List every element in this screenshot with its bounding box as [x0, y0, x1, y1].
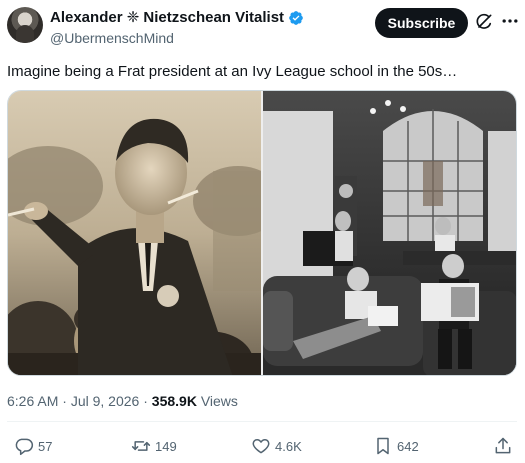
author-block: Alexander ❈ Nietzschean Vitalist @Uberme… — [50, 9, 304, 47]
tweet-date[interactable]: Jul 9, 2026 — [71, 393, 140, 409]
like-button[interactable]: 4.6K — [251, 432, 302, 460]
divider — [7, 421, 517, 422]
photo-frat-library-image — [263, 91, 516, 375]
avatar[interactable] — [7, 7, 43, 43]
views-count: 358.9K — [151, 393, 197, 409]
repost-button[interactable]: 149 — [131, 432, 177, 460]
photo-frat-president[interactable] — [8, 91, 261, 375]
handle[interactable]: @UbermenschMind — [50, 29, 304, 47]
bookmark-count: 642 — [397, 438, 419, 454]
tweet-text: Imagine being a Frat president at an Ivy… — [7, 63, 458, 80]
grok-icon[interactable] — [474, 12, 494, 32]
display-name[interactable]: Alexander ❈ Nietzschean Vitalist — [50, 9, 284, 27]
name-row: Alexander ❈ Nietzschean Vitalist — [50, 9, 304, 27]
share-button[interactable] — [493, 432, 513, 460]
bookmark-button[interactable]: 642 — [373, 432, 419, 460]
share-icon — [495, 437, 511, 454]
subscribe-button[interactable]: Subscribe — [375, 8, 468, 38]
tweet-time[interactable]: 6:26 AM — [7, 393, 58, 409]
photo-frat-library[interactable] — [263, 91, 516, 375]
reply-count: 57 — [38, 438, 53, 454]
reply-button[interactable]: 57 — [14, 432, 52, 460]
like-count: 4.6K — [275, 438, 302, 454]
action-bar: 57 149 4.6K 642 — [0, 432, 525, 460]
media-grid — [7, 90, 517, 376]
photo-frat-president-image — [8, 91, 261, 375]
repost-count: 149 — [155, 438, 177, 454]
separator-dot: · — [62, 393, 67, 409]
verified-badge-icon — [289, 11, 303, 25]
tweet-card: Alexander ❈ Nietzschean Vitalist @Uberme… — [0, 0, 525, 463]
heart-icon — [252, 439, 270, 454]
reply-icon — [15, 438, 34, 456]
tweet-timestamp: 6:26 AM · Jul 9, 2026 · 358.9K Views — [7, 393, 238, 409]
separator-dot: · — [143, 393, 148, 409]
repost-icon — [131, 441, 151, 451]
views-label: Views — [200, 393, 238, 409]
more-icon[interactable] — [500, 10, 520, 32]
bookmark-icon — [377, 437, 389, 455]
